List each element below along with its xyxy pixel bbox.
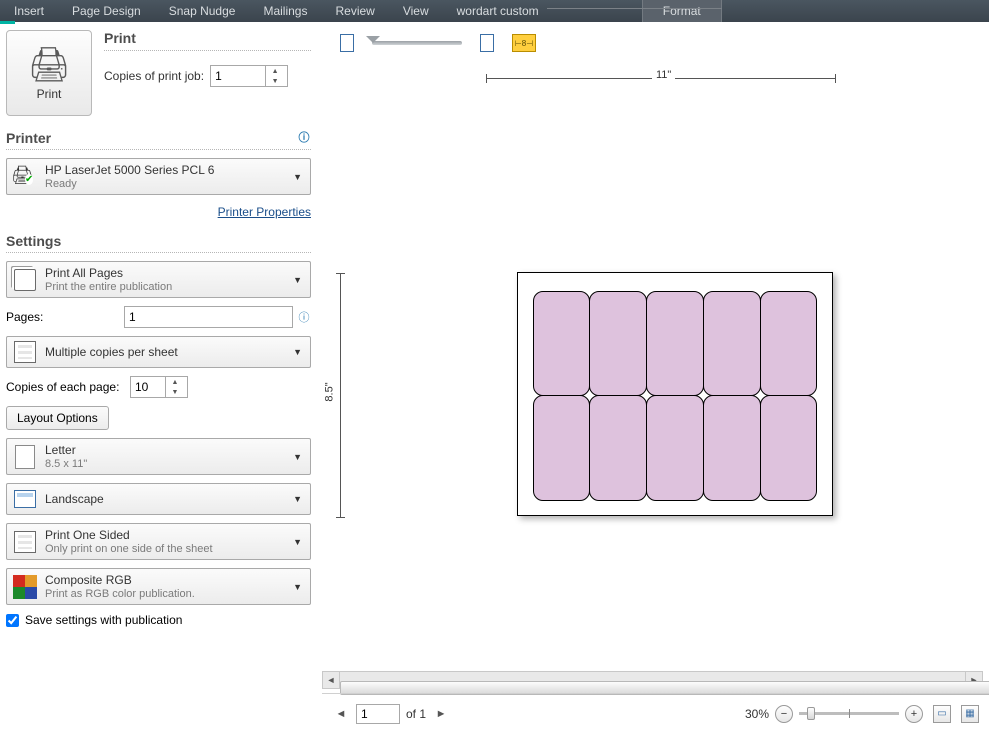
chevron-down-icon: ▼: [293, 172, 302, 182]
color-title: Composite RGB: [45, 573, 289, 587]
ribbon-tab-review[interactable]: Review: [321, 0, 388, 22]
copies-each-up[interactable]: ▲: [166, 377, 184, 387]
color-sub: Print as RGB color publication.: [45, 588, 289, 600]
fit-page-button[interactable]: ▭: [933, 705, 951, 723]
preview-card: [760, 291, 818, 397]
print-button-label: Print: [37, 87, 62, 101]
preview-multi-page-icon[interactable]: [480, 34, 494, 52]
copies-each-input[interactable]: [131, 377, 165, 397]
layout-options-button[interactable]: Layout Options: [6, 406, 109, 430]
sides-title: Print One Sided: [45, 528, 289, 542]
pages-input[interactable]: [124, 306, 293, 328]
color-selector[interactable]: Composite RGB Print as RGB color publica…: [6, 568, 311, 605]
pages-info-icon[interactable]: ⓘ: [297, 310, 311, 324]
print-button[interactable]: 🖨 Print: [6, 30, 92, 116]
chevron-down-icon: ▼: [293, 537, 302, 547]
printer-selector[interactable]: HP LaserJet 5000 Series PCL 6 Ready ▼: [6, 158, 311, 195]
ribbon-tab-view[interactable]: View: [389, 0, 443, 22]
printer-icon: 🖨: [27, 45, 70, 85]
preview-page: [517, 272, 833, 516]
printer-status: Ready: [45, 178, 289, 190]
zoom-slider[interactable]: [799, 712, 899, 715]
print-range-selector[interactable]: Print All Pages Print the entire publica…: [6, 261, 311, 298]
copies-label: Copies of print job:: [104, 69, 204, 83]
copies-down[interactable]: ▼: [266, 76, 284, 86]
print-range-sub: Print the entire publication: [45, 281, 289, 293]
multi-copies-icon: [11, 340, 39, 364]
next-page-button[interactable]: ►: [432, 705, 450, 723]
zoom-out-button[interactable]: −: [775, 705, 793, 723]
printer-properties-link[interactable]: Printer Properties: [6, 205, 311, 219]
ribbon: Insert Page Design Snap Nudge Mailings R…: [0, 0, 989, 22]
copies-each-spinner[interactable]: ▲ ▼: [130, 376, 188, 398]
sides-selector[interactable]: Print One Sided Only print on one side o…: [6, 523, 311, 560]
ribbon-divider: [547, 8, 722, 9]
paper-title: Letter: [45, 443, 289, 457]
print-range-title: Print All Pages: [45, 266, 289, 280]
paper-size-selector[interactable]: Letter 8.5 x 11" ▼: [6, 438, 311, 475]
ribbon-tab-page-design[interactable]: Page Design: [58, 0, 155, 22]
chevron-down-icon: ▼: [293, 452, 302, 462]
pages-label: Pages:: [6, 310, 124, 324]
copies-each-label: Copies of each page:: [6, 380, 124, 394]
save-settings-checkbox[interactable]: [6, 614, 19, 627]
copies-each-down[interactable]: ▼: [166, 387, 184, 397]
chevron-down-icon: ▼: [293, 494, 302, 504]
preview-card: [589, 291, 647, 397]
preview-card: [703, 395, 761, 501]
preview-card: [533, 395, 591, 501]
ribbon-accent: [0, 21, 15, 24]
copies-up[interactable]: ▲: [266, 66, 284, 76]
rgb-icon: [11, 575, 39, 599]
preview-card: [646, 291, 704, 397]
zoom-level: 30%: [745, 707, 769, 721]
status-bar: ◄ of 1 ► 30% − + ▭ ▦: [322, 693, 989, 733]
orientation-label: Landscape: [45, 492, 289, 506]
horizontal-scrollbar[interactable]: ◄ ►: [322, 671, 983, 689]
chevron-down-icon: ▼: [293, 275, 302, 285]
print-heading: Print: [104, 30, 311, 46]
save-settings-label: Save settings with publication: [25, 613, 182, 627]
copies-spinner[interactable]: ▲ ▼: [210, 65, 288, 87]
page-of-label: of 1: [406, 707, 426, 721]
prev-page-button[interactable]: ◄: [332, 705, 350, 723]
copies-mode-selector[interactable]: Multiple copies per sheet ▼: [6, 336, 311, 368]
fit-sheet-button[interactable]: ▦: [961, 705, 979, 723]
printer-ready-icon: [11, 165, 39, 189]
preview-card: [760, 395, 818, 501]
pages-stack-icon: [11, 268, 39, 292]
orientation-selector[interactable]: Landscape ▼: [6, 483, 311, 515]
sides-sub: Only print on one side of the sheet: [45, 543, 289, 555]
printer-heading: Printer ⓘ: [6, 130, 311, 146]
zoom-in-button[interactable]: +: [905, 705, 923, 723]
preview-card: [589, 395, 647, 501]
ribbon-tab-wordart[interactable]: wordart custom: [443, 0, 553, 22]
backstage-print-panel: 🖨 Print Print Copies of print job: ▲ ▼ P…: [6, 30, 311, 627]
paper-icon: [11, 445, 39, 469]
chevron-down-icon: ▼: [293, 347, 302, 357]
chevron-down-icon: ▼: [293, 582, 302, 592]
ribbon-tab-insert[interactable]: Insert: [0, 0, 58, 22]
landscape-icon: [11, 487, 39, 511]
printer-info-icon[interactable]: ⓘ: [297, 130, 311, 144]
ribbon-tab-format[interactable]: Format: [642, 0, 722, 22]
settings-heading: Settings: [6, 233, 311, 249]
ribbon-tab-mailings[interactable]: Mailings: [249, 0, 321, 22]
preview-pages-slider[interactable]: [372, 41, 462, 45]
preview-page-icon[interactable]: [340, 34, 354, 52]
preview-card: [533, 291, 591, 397]
preview-ruler-toggle[interactable]: ⊢8⊣: [512, 34, 536, 52]
page-number-input[interactable]: [356, 704, 400, 724]
copies-mode-label: Multiple copies per sheet: [45, 345, 289, 359]
scroll-left[interactable]: ◄: [323, 672, 340, 688]
preview-card: [646, 395, 704, 501]
printer-name: HP LaserJet 5000 Series PCL 6: [45, 163, 289, 177]
preview-card: [703, 291, 761, 397]
copies-input[interactable]: [211, 66, 265, 86]
ribbon-tab-snap-nudge[interactable]: Snap Nudge: [155, 0, 250, 22]
one-sided-icon: [11, 530, 39, 554]
paper-sub: 8.5 x 11": [45, 458, 289, 470]
